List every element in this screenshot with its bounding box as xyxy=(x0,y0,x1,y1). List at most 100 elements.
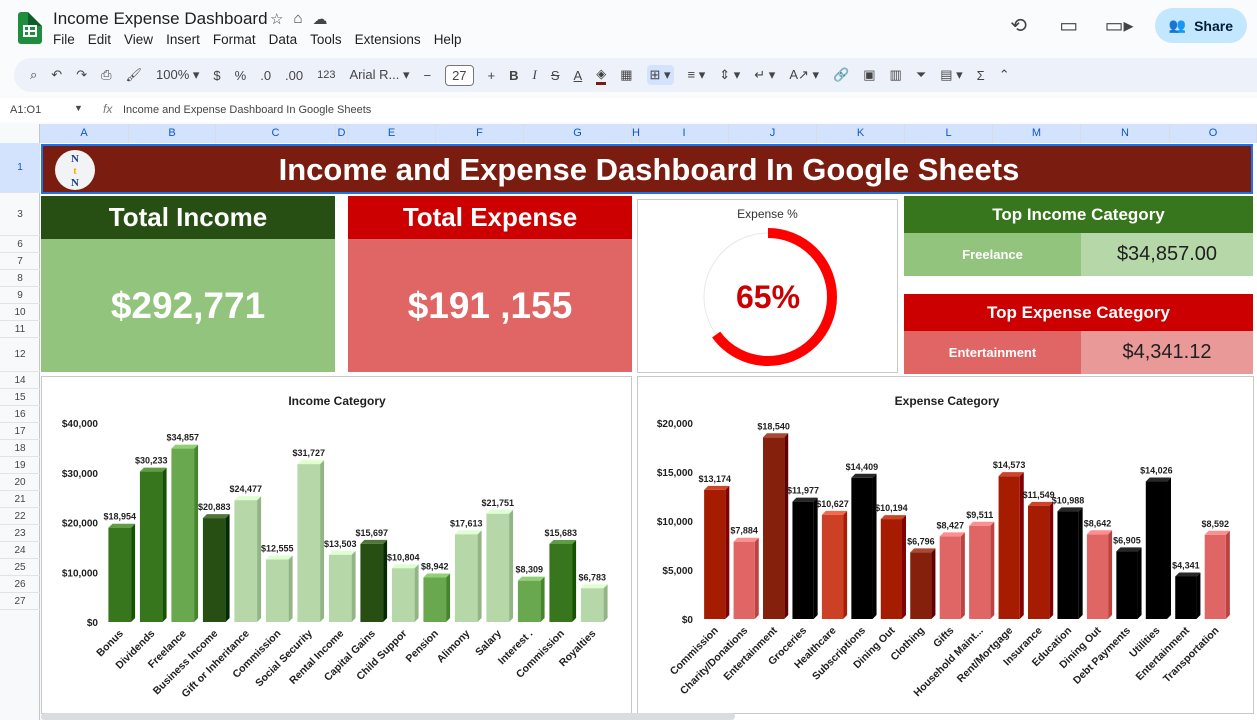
bar[interactable] xyxy=(763,437,785,619)
column-header-d[interactable]: D xyxy=(336,124,348,143)
row-header-16[interactable]: 16 xyxy=(0,406,40,423)
currency-format-button[interactable]: $ xyxy=(213,68,220,83)
column-header-m[interactable]: M xyxy=(993,124,1081,143)
bar[interactable] xyxy=(297,464,321,622)
column-header-n[interactable]: N xyxy=(1081,124,1170,143)
font-size-decrease-button[interactable]: − xyxy=(423,68,431,83)
row-header-10[interactable]: 10 xyxy=(0,304,40,321)
menu-extensions[interactable]: Extensions xyxy=(355,32,421,47)
bar[interactable] xyxy=(391,568,415,622)
bar[interactable] xyxy=(1086,534,1109,619)
top-income-amount[interactable]: $34,857.00 xyxy=(1081,233,1253,276)
top-income-category[interactable]: Freelance xyxy=(904,233,1081,276)
row-header-3[interactable]: 3 xyxy=(0,193,40,236)
row-header-8[interactable]: 8 xyxy=(0,270,40,287)
row-header-22[interactable]: 22 xyxy=(0,508,40,525)
menu-insert[interactable]: Insert xyxy=(166,32,200,47)
meet-video-icon[interactable]: ▭▸ xyxy=(1105,13,1134,38)
bar[interactable] xyxy=(969,525,991,619)
bar[interactable] xyxy=(1145,481,1167,619)
column-header-g[interactable]: G xyxy=(524,124,632,143)
select-all-corner[interactable] xyxy=(0,124,40,143)
share-button[interactable]: 👥 Share xyxy=(1154,8,1247,43)
bar[interactable] xyxy=(1175,576,1197,619)
borders-icon[interactable]: ▦ xyxy=(620,67,632,83)
bar[interactable] xyxy=(880,519,902,619)
top-expense-category[interactable]: Entertainment xyxy=(904,331,1081,374)
row-header-26[interactable]: 26 xyxy=(0,576,40,593)
more-formats-button[interactable]: 123 xyxy=(317,69,335,81)
bold-button[interactable]: B xyxy=(509,68,518,83)
row-header-23[interactable]: 23 xyxy=(0,525,40,542)
bar[interactable] xyxy=(423,577,447,622)
row-header-1[interactable]: 1 xyxy=(0,143,40,193)
row-header-9[interactable]: 9 xyxy=(0,287,40,304)
column-header-b[interactable]: B xyxy=(129,124,216,143)
bar[interactable] xyxy=(1028,505,1050,619)
insert-link-icon[interactable]: 🔗 xyxy=(833,67,849,83)
bar[interactable] xyxy=(851,477,873,619)
document-title[interactable]: Income Expense Dashboard xyxy=(53,9,268,29)
text-wrap-icon[interactable]: ↵ ▾ xyxy=(754,67,775,83)
fill-color-icon[interactable]: ◈ xyxy=(596,66,607,85)
column-header-f[interactable]: F xyxy=(436,124,524,143)
horizontal-scrollbar[interactable] xyxy=(41,713,735,720)
column-header-j[interactable]: J xyxy=(729,124,817,143)
strikethrough-button[interactable]: S xyxy=(551,68,560,83)
row-header-7[interactable]: 7 xyxy=(0,253,40,270)
bar[interactable] xyxy=(234,500,258,622)
move-folder-icon[interactable]: ⌂ xyxy=(293,10,302,28)
top-expense-amount[interactable]: $4,341.12 xyxy=(1081,331,1253,374)
row-header-14[interactable]: 14 xyxy=(0,372,40,389)
horizontal-align-icon[interactable]: ≡ ▾ xyxy=(688,67,706,83)
italic-button[interactable]: I xyxy=(533,67,537,83)
collapse-toolbar-icon[interactable]: ⌃ xyxy=(999,67,1010,83)
bar[interactable] xyxy=(1116,551,1138,619)
bar[interactable] xyxy=(704,489,726,619)
row-header-25[interactable]: 25 xyxy=(0,559,40,576)
text-color-button[interactable]: A xyxy=(574,68,583,83)
version-history-icon[interactable]: ⟲ xyxy=(1005,13,1033,38)
menu-file[interactable]: File xyxy=(53,32,75,47)
insert-chart-icon[interactable]: ▥ xyxy=(890,67,902,83)
row-header-11[interactable]: 11 xyxy=(0,321,40,338)
row-header-6[interactable]: 6 xyxy=(0,236,40,253)
row-header-18[interactable]: 18 xyxy=(0,440,40,457)
search-menus-icon[interactable]: ⌕ xyxy=(30,67,37,83)
bar[interactable] xyxy=(454,534,478,622)
menu-help[interactable]: Help xyxy=(434,32,462,47)
column-header-e[interactable]: E xyxy=(348,124,436,143)
bar[interactable] xyxy=(517,580,541,622)
font-size-input[interactable]: 27 xyxy=(445,64,474,86)
decrease-decimal-button[interactable]: .0 xyxy=(260,68,271,83)
sheets-logo-icon[interactable] xyxy=(18,12,42,44)
row-header-21[interactable]: 21 xyxy=(0,491,40,508)
total-income-header[interactable]: Total Income xyxy=(41,196,335,239)
font-size-increase-button[interactable]: + xyxy=(488,68,496,83)
formula-input[interactable]: Income and Expense Dashboard In Google S… xyxy=(123,104,371,116)
column-header-h[interactable]: H xyxy=(632,124,640,143)
column-header-k[interactable]: K xyxy=(817,124,905,143)
menu-view[interactable]: View xyxy=(124,32,153,47)
column-header-c[interactable]: C xyxy=(216,124,336,143)
bar[interactable] xyxy=(1057,511,1079,619)
functions-button[interactable]: Σ xyxy=(977,68,985,83)
column-header-l[interactable]: L xyxy=(905,124,993,143)
top-income-header[interactable]: Top Income Category xyxy=(904,196,1253,233)
bar[interactable] xyxy=(821,514,844,619)
dashboard-banner[interactable]: N t N Income and Expense Dashboard In Go… xyxy=(41,144,1253,194)
filter-icon[interactable]: ⏷ xyxy=(916,67,926,83)
percent-format-button[interactable]: % xyxy=(235,68,247,83)
income-chart-panel[interactable]: Income Category $0 $10,000 $20,000 $30,000 $4… xyxy=(41,376,632,714)
bar[interactable] xyxy=(360,543,384,622)
bar[interactable] xyxy=(910,552,932,619)
expense-percent-chart[interactable]: Expense % 65% xyxy=(637,199,898,373)
merge-cells-icon[interactable]: ⊞ ▾ xyxy=(646,65,674,85)
undo-icon[interactable]: ↶ xyxy=(51,67,62,83)
bar[interactable] xyxy=(733,541,755,619)
column-header-o[interactable]: O xyxy=(1170,124,1257,143)
increase-decimal-button[interactable]: .00 xyxy=(285,68,303,83)
star-icon[interactable]: ☆ xyxy=(270,10,283,28)
bar[interactable] xyxy=(998,476,1020,619)
vertical-align-icon[interactable]: ⇕ ▾ xyxy=(719,67,740,83)
